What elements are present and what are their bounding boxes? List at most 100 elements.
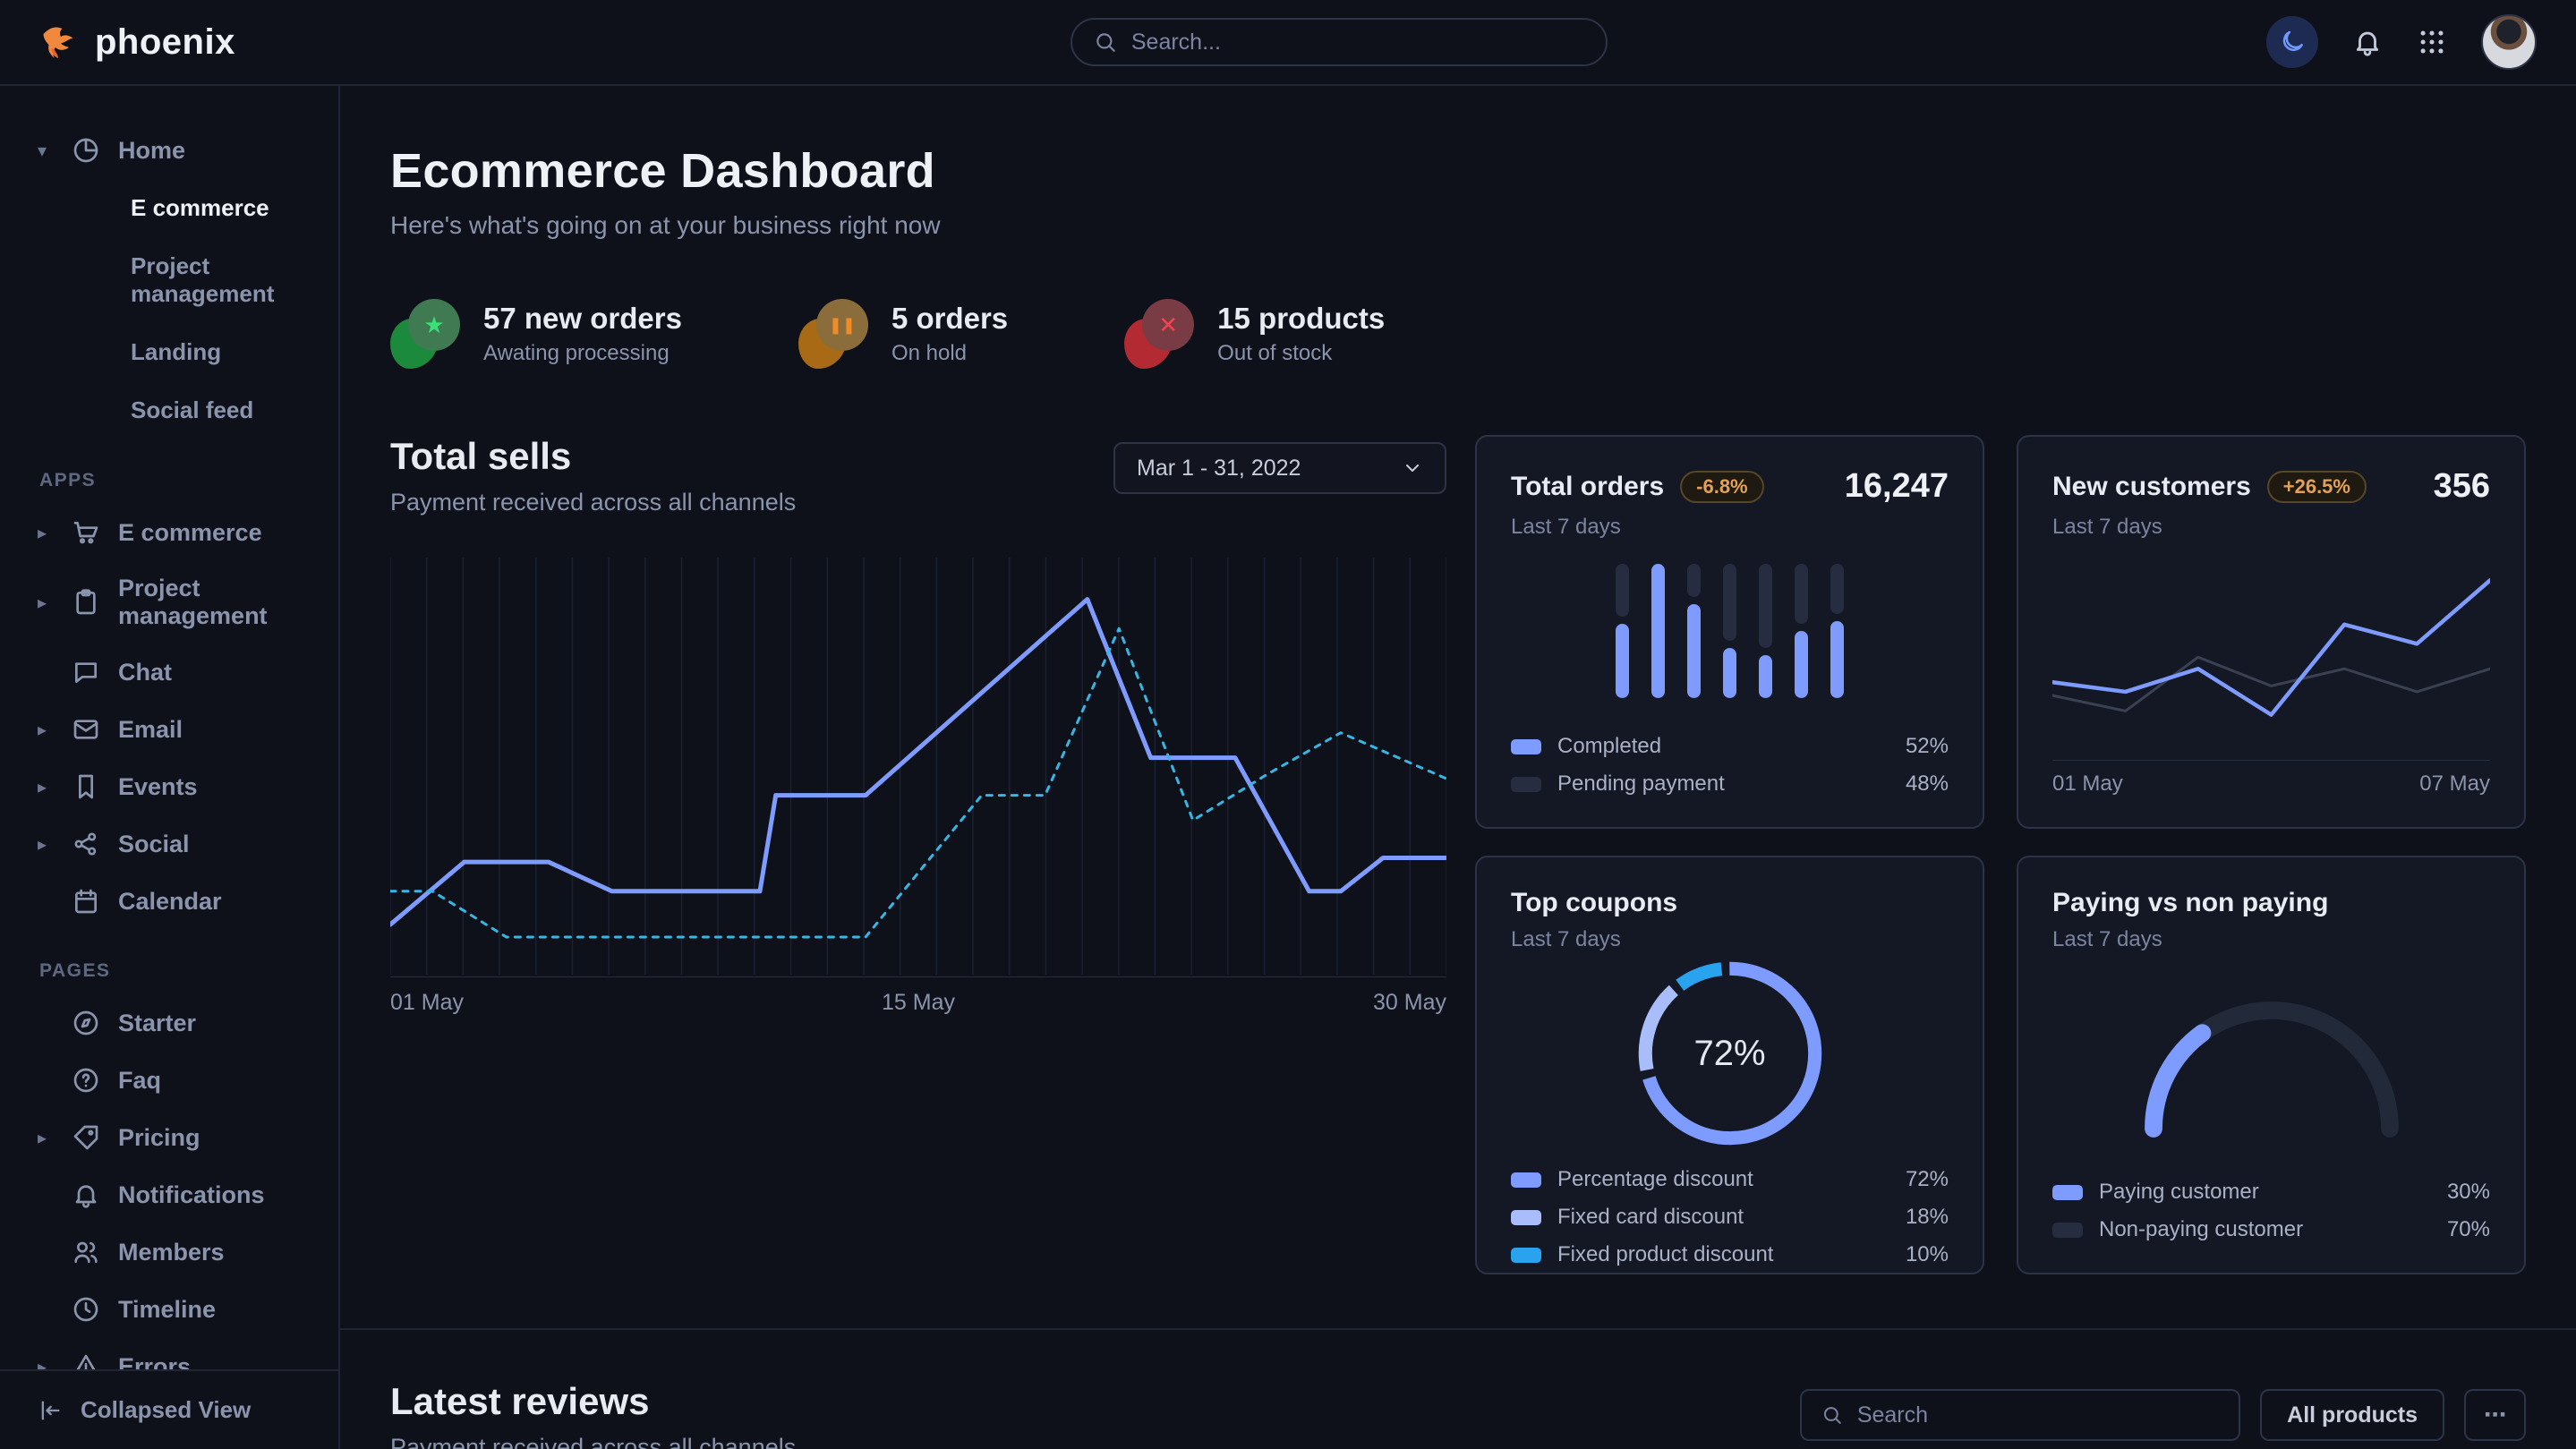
stat-value: 15 products (1217, 302, 1385, 336)
phoenix-logo-icon (39, 21, 82, 64)
sidebar-subitem-landing[interactable]: Landing (131, 323, 320, 381)
caret-right-icon: ▸ (38, 1127, 55, 1149)
legend-label: Pending payment (1557, 771, 1725, 797)
stat-green: ★57 new ordersAwating processing (390, 299, 682, 369)
global-search-input[interactable] (1131, 30, 1584, 55)
reviews-search[interactable] (1800, 1389, 2240, 1441)
sidebar-item-email[interactable]: ▸ Email (38, 701, 320, 758)
date-range-value: Mar 1 - 31, 2022 (1137, 456, 1301, 482)
compass-icon (72, 1009, 100, 1037)
legend-swatch (1511, 1210, 1541, 1225)
paying-card: Paying vs non paying Last 7 days Paying … (2017, 856, 2526, 1274)
total-orders-title: Total orders (1511, 472, 1664, 502)
sidebar-item-chat[interactable]: Chat (38, 644, 320, 701)
stat-orange: ❚❚5 ordersOn hold (798, 299, 1008, 369)
warning-icon (72, 1352, 100, 1369)
legend-row: Completed52% (1511, 734, 1949, 759)
sidebar-item-project-management[interactable]: ▸Project management (38, 561, 320, 644)
sidebar-item-pricing[interactable]: ▸ Pricing (38, 1109, 320, 1166)
tag-icon (72, 1123, 100, 1152)
date-range-select[interactable]: Mar 1 - 31, 2022 (1113, 442, 1446, 494)
legend-value: 72% (1906, 1167, 1949, 1192)
global-search[interactable] (1070, 18, 1608, 66)
new-customers-card: New customers +26.5% 356 Last 7 days 01 … (2017, 435, 2526, 829)
total-orders-badge: -6.8% (1680, 471, 1763, 503)
sidebar-subitem-e-commerce[interactable]: E commerce (131, 179, 320, 237)
caret-right-icon: ▸ (38, 833, 55, 856)
caret-right-icon: ▸ (38, 719, 55, 741)
legend-value: 70% (2447, 1217, 2490, 1242)
search-icon (1821, 1403, 1843, 1427)
order-bar (1687, 564, 1701, 698)
x-label-start: 01 May (390, 990, 464, 1016)
sidebar-item-label: Pricing (118, 1124, 200, 1152)
sidebar-subitem-social-feed[interactable]: Social feed (131, 381, 320, 439)
latest-reviews-section: Latest reviews Payment received across a… (340, 1328, 2576, 1449)
notifications-button[interactable] (2352, 27, 2383, 57)
top-coupons-period: Last 7 days (1511, 927, 1949, 952)
legend-row: Paying customer30% (2052, 1180, 2490, 1205)
reviews-search-input[interactable] (1857, 1402, 2219, 1428)
stat-sublabel: Awating processing (483, 341, 682, 366)
sidebar-item-e-commerce[interactable]: ▸E commerce (38, 504, 320, 561)
bell-icon (72, 1181, 100, 1209)
total-sells-subtitle: Payment received across all channels (390, 489, 796, 516)
sidebar-item-label: Calendar (118, 888, 222, 916)
legend-value: 10% (1906, 1242, 1949, 1267)
brand-logo[interactable]: phoenix (39, 21, 235, 64)
sidebar-subitem-project-management[interactable]: Project management (131, 237, 320, 323)
stat-sublabel: On hold (891, 341, 1008, 366)
sidebar-item-social[interactable]: ▸Social (38, 815, 320, 873)
stat-sublabel: Out of stock (1217, 341, 1385, 366)
caret-right-icon: ▸ (38, 1356, 55, 1370)
user-avatar[interactable] (2481, 14, 2537, 70)
sidebar-item-label: Starter (118, 1010, 196, 1037)
chat-icon (72, 658, 100, 686)
sidebar-item-timeline[interactable]: Timeline (38, 1281, 320, 1338)
new-customers-badge: +26.5% (2267, 471, 2367, 503)
sidebar-item-label: Home (118, 137, 185, 165)
grid-9-icon (2417, 27, 2447, 57)
search-icon (1094, 30, 1117, 55)
caret-right-icon: ▸ (38, 522, 55, 544)
legend-value: 30% (2447, 1180, 2490, 1205)
legend-row: Percentage discount72% (1511, 1167, 1949, 1192)
clipboard-icon (72, 588, 100, 617)
sidebar-item-members[interactable]: Members (38, 1223, 320, 1281)
stat-green-icon: ★ (390, 299, 460, 369)
paying-title: Paying vs non paying (2052, 888, 2328, 918)
brand-name: phoenix (95, 22, 235, 63)
caret-right-icon: ▸ (38, 592, 55, 614)
paying-gauge-chart (2052, 952, 2490, 1167)
sidebar-item-faq[interactable]: Faq (38, 1052, 320, 1109)
sidebar-item-starter[interactable]: Starter (38, 994, 320, 1052)
sidebar-item-home[interactable]: ▾Home (38, 122, 320, 179)
envelope-icon (72, 715, 100, 744)
apps-grid-button[interactable] (2417, 27, 2447, 57)
new-customers-line-chart: 01 May 07 May (2052, 540, 2490, 797)
x-label-mid: 15 May (882, 990, 955, 1016)
nc-x-end: 07 May (2419, 771, 2490, 797)
legend-row: Fixed card discount18% (1511, 1205, 1949, 1230)
sidebar-item-events[interactable]: ▸Events (38, 758, 320, 815)
collapsed-view-toggle[interactable]: Collapsed View (0, 1369, 338, 1449)
clock-icon (72, 1295, 100, 1324)
new-customers-value: 356 (2434, 467, 2490, 506)
legend-label: Fixed card discount (1557, 1205, 1744, 1230)
main-content: Ecommerce Dashboard Here's what's going … (340, 0, 2576, 1449)
sidebar-item-calendar[interactable]: Calendar (38, 873, 320, 930)
sidebar-section-label: PAGES (39, 960, 320, 982)
sidebar-item-label: Chat (118, 659, 172, 686)
sidebar-item-label: Members (118, 1239, 225, 1266)
reviews-more-button[interactable]: ⋯ (2464, 1389, 2526, 1441)
sidebar-item-notifications[interactable]: Notifications (38, 1166, 320, 1223)
order-bar (1651, 564, 1665, 698)
all-products-button[interactable]: All products (2260, 1389, 2444, 1441)
sidebar-item-label: Events (118, 773, 198, 801)
theme-toggle-button[interactable] (2266, 16, 2318, 68)
sidebar-item-errors[interactable]: ▸Errors (38, 1338, 320, 1369)
pie-icon (72, 136, 100, 165)
sidebar-item-label: Email (118, 716, 183, 744)
bookmark-icon (72, 772, 100, 801)
order-bar (1830, 564, 1844, 698)
